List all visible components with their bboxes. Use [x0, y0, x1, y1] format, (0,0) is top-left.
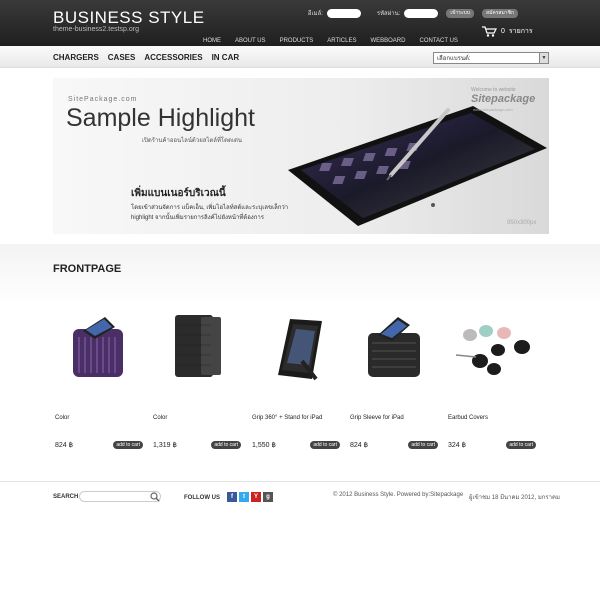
product-card: Earbud Covers 324 ฿ add to cart — [446, 305, 536, 455]
add-to-cart-button[interactable]: add to cart — [408, 441, 438, 449]
chevron-down-icon: ▼ — [539, 53, 548, 63]
banner-title: Sample Highlight — [66, 104, 255, 132]
product-card: Color 824 ฿ add to cart — [53, 305, 143, 455]
password-field[interactable] — [404, 8, 439, 18]
add-to-cart-button[interactable]: add to cart — [310, 441, 340, 449]
banner-headline: เพิ่มแบนเนอร์บริเวณนี้ — [131, 188, 226, 199]
cart-label: รายการ — [508, 28, 533, 35]
search-input[interactable] — [79, 491, 161, 502]
product-name[interactable]: Color — [153, 415, 167, 421]
product-card: Grip Sleeve for iPad 824 ฿ add to cart — [348, 305, 438, 455]
email-label: อีเมล์: — [307, 11, 323, 17]
twitter-icon[interactable]: t — [239, 492, 249, 502]
login-button[interactable]: เข้าระบบ — [446, 8, 475, 18]
category-in-car[interactable]: IN CAR — [212, 53, 240, 62]
product-name[interactable]: Color — [55, 415, 69, 421]
cart-icon — [482, 26, 497, 37]
brand-select-value: เลือกแบรนด์: — [437, 56, 471, 62]
site-domain: theme-business2.testsp.org — [53, 26, 139, 33]
product-card: Grip 360° + Stand for iPad 1,550 ฿ add t… — [250, 305, 340, 455]
earbuds-image[interactable] — [446, 305, 536, 385]
banner-brand: Sitepackage — [471, 93, 536, 105]
follow-label: FOLLOW US — [184, 495, 220, 501]
facebook-icon[interactable]: f — [227, 492, 237, 502]
product-price: 824 ฿ — [350, 442, 369, 449]
ipad-stand-image[interactable] — [250, 305, 340, 385]
product-name[interactable]: Grip 360° + Stand for iPad — [252, 415, 322, 421]
category-cases[interactable]: CASES — [108, 53, 136, 62]
brand-select[interactable]: เลือกแบรนด์: ▼ — [433, 52, 549, 64]
email-field[interactable] — [326, 8, 361, 18]
nav-webboard[interactable]: WEBBOARD — [363, 38, 412, 44]
site-logo[interactable]: BUSINESS STYLE — [53, 8, 205, 28]
black-folio-image[interactable] — [151, 305, 241, 385]
product-price: 824 ฿ — [55, 442, 74, 449]
banner-site: SitePackage.com — [68, 96, 138, 103]
nav-articles[interactable]: ARTICLES — [320, 38, 363, 44]
product-price: 324 ฿ — [448, 442, 467, 449]
youtube-icon[interactable]: Y — [251, 492, 261, 502]
nav-contact-us[interactable]: CONTACT US — [412, 38, 464, 44]
category-chargers[interactable]: CHARGERS — [53, 53, 99, 62]
register-button[interactable]: สมัครสมาชิก — [482, 8, 518, 18]
main-nav: HOME ABOUT US PRODUCTS ARTICLES WEBBOARD… — [196, 38, 465, 44]
search-label: SEARCH — [53, 494, 79, 500]
black-sleeve-image[interactable] — [348, 305, 438, 385]
nav-home[interactable]: HOME — [196, 38, 228, 44]
product-card: Color 1,319 ฿ add to cart — [151, 305, 241, 455]
add-to-cart-button[interactable]: add to cart — [506, 441, 536, 449]
cart[interactable]: 0 รายการ — [482, 26, 533, 37]
banner-brand-url: www.sitepackage.com — [473, 107, 513, 112]
add-to-cart-button[interactable]: add to cart — [211, 441, 241, 449]
banner-description-line1: โดยเข้าส่วนจัดการ แบ็คเอ็น, เพิ่มไฮไลท์ส… — [131, 205, 289, 211]
add-to-cart-button[interactable]: add to cart — [113, 441, 143, 449]
highlight-banner[interactable]: SitePackage.com Sample Highlight เปิดร้า… — [53, 78, 549, 234]
password-label: รหัสผ่าน: — [376, 11, 401, 17]
product-name[interactable]: Earbud Covers — [448, 415, 488, 421]
banner-subtitle: เปิดร้านค้าออนไลน์ด้วยสไตล์ที่โดดเด่น — [142, 138, 242, 144]
cart-count: 0 — [501, 28, 505, 35]
product-price: 1,550 ฿ — [252, 442, 276, 449]
login-form: อีเมล์: รหัสผ่าน: เข้าระบบ สมัครสมาชิก — [308, 8, 518, 18]
copyright: © 2012 Business Style. Powered by:Sitepa… — [333, 492, 464, 498]
product-price: 1,319 ฿ — [153, 442, 177, 449]
google-icon[interactable]: g — [263, 492, 273, 502]
nav-products[interactable]: PRODUCTS — [273, 38, 321, 44]
search-icon[interactable] — [150, 492, 160, 502]
banner-size: 950x300px — [507, 220, 537, 226]
section-title: FRONTPAGE — [53, 263, 122, 275]
banner-description-line2: highlight จากนั้นเพิ่มรายการลิงค์ไปยังหน… — [131, 215, 264, 221]
purple-sleeve-image[interactable] — [53, 305, 143, 385]
category-accessories[interactable]: ACCESSORIES — [144, 53, 202, 62]
footer-date: ผู้เข้าชม 18 มีนาคม 2012, มกราคม — [469, 495, 560, 501]
header: BUSINESS STYLE theme-business2.testsp.or… — [0, 0, 600, 46]
nav-about-us[interactable]: ABOUT US — [228, 38, 273, 44]
product-name[interactable]: Grip Sleeve for iPad — [350, 415, 404, 421]
